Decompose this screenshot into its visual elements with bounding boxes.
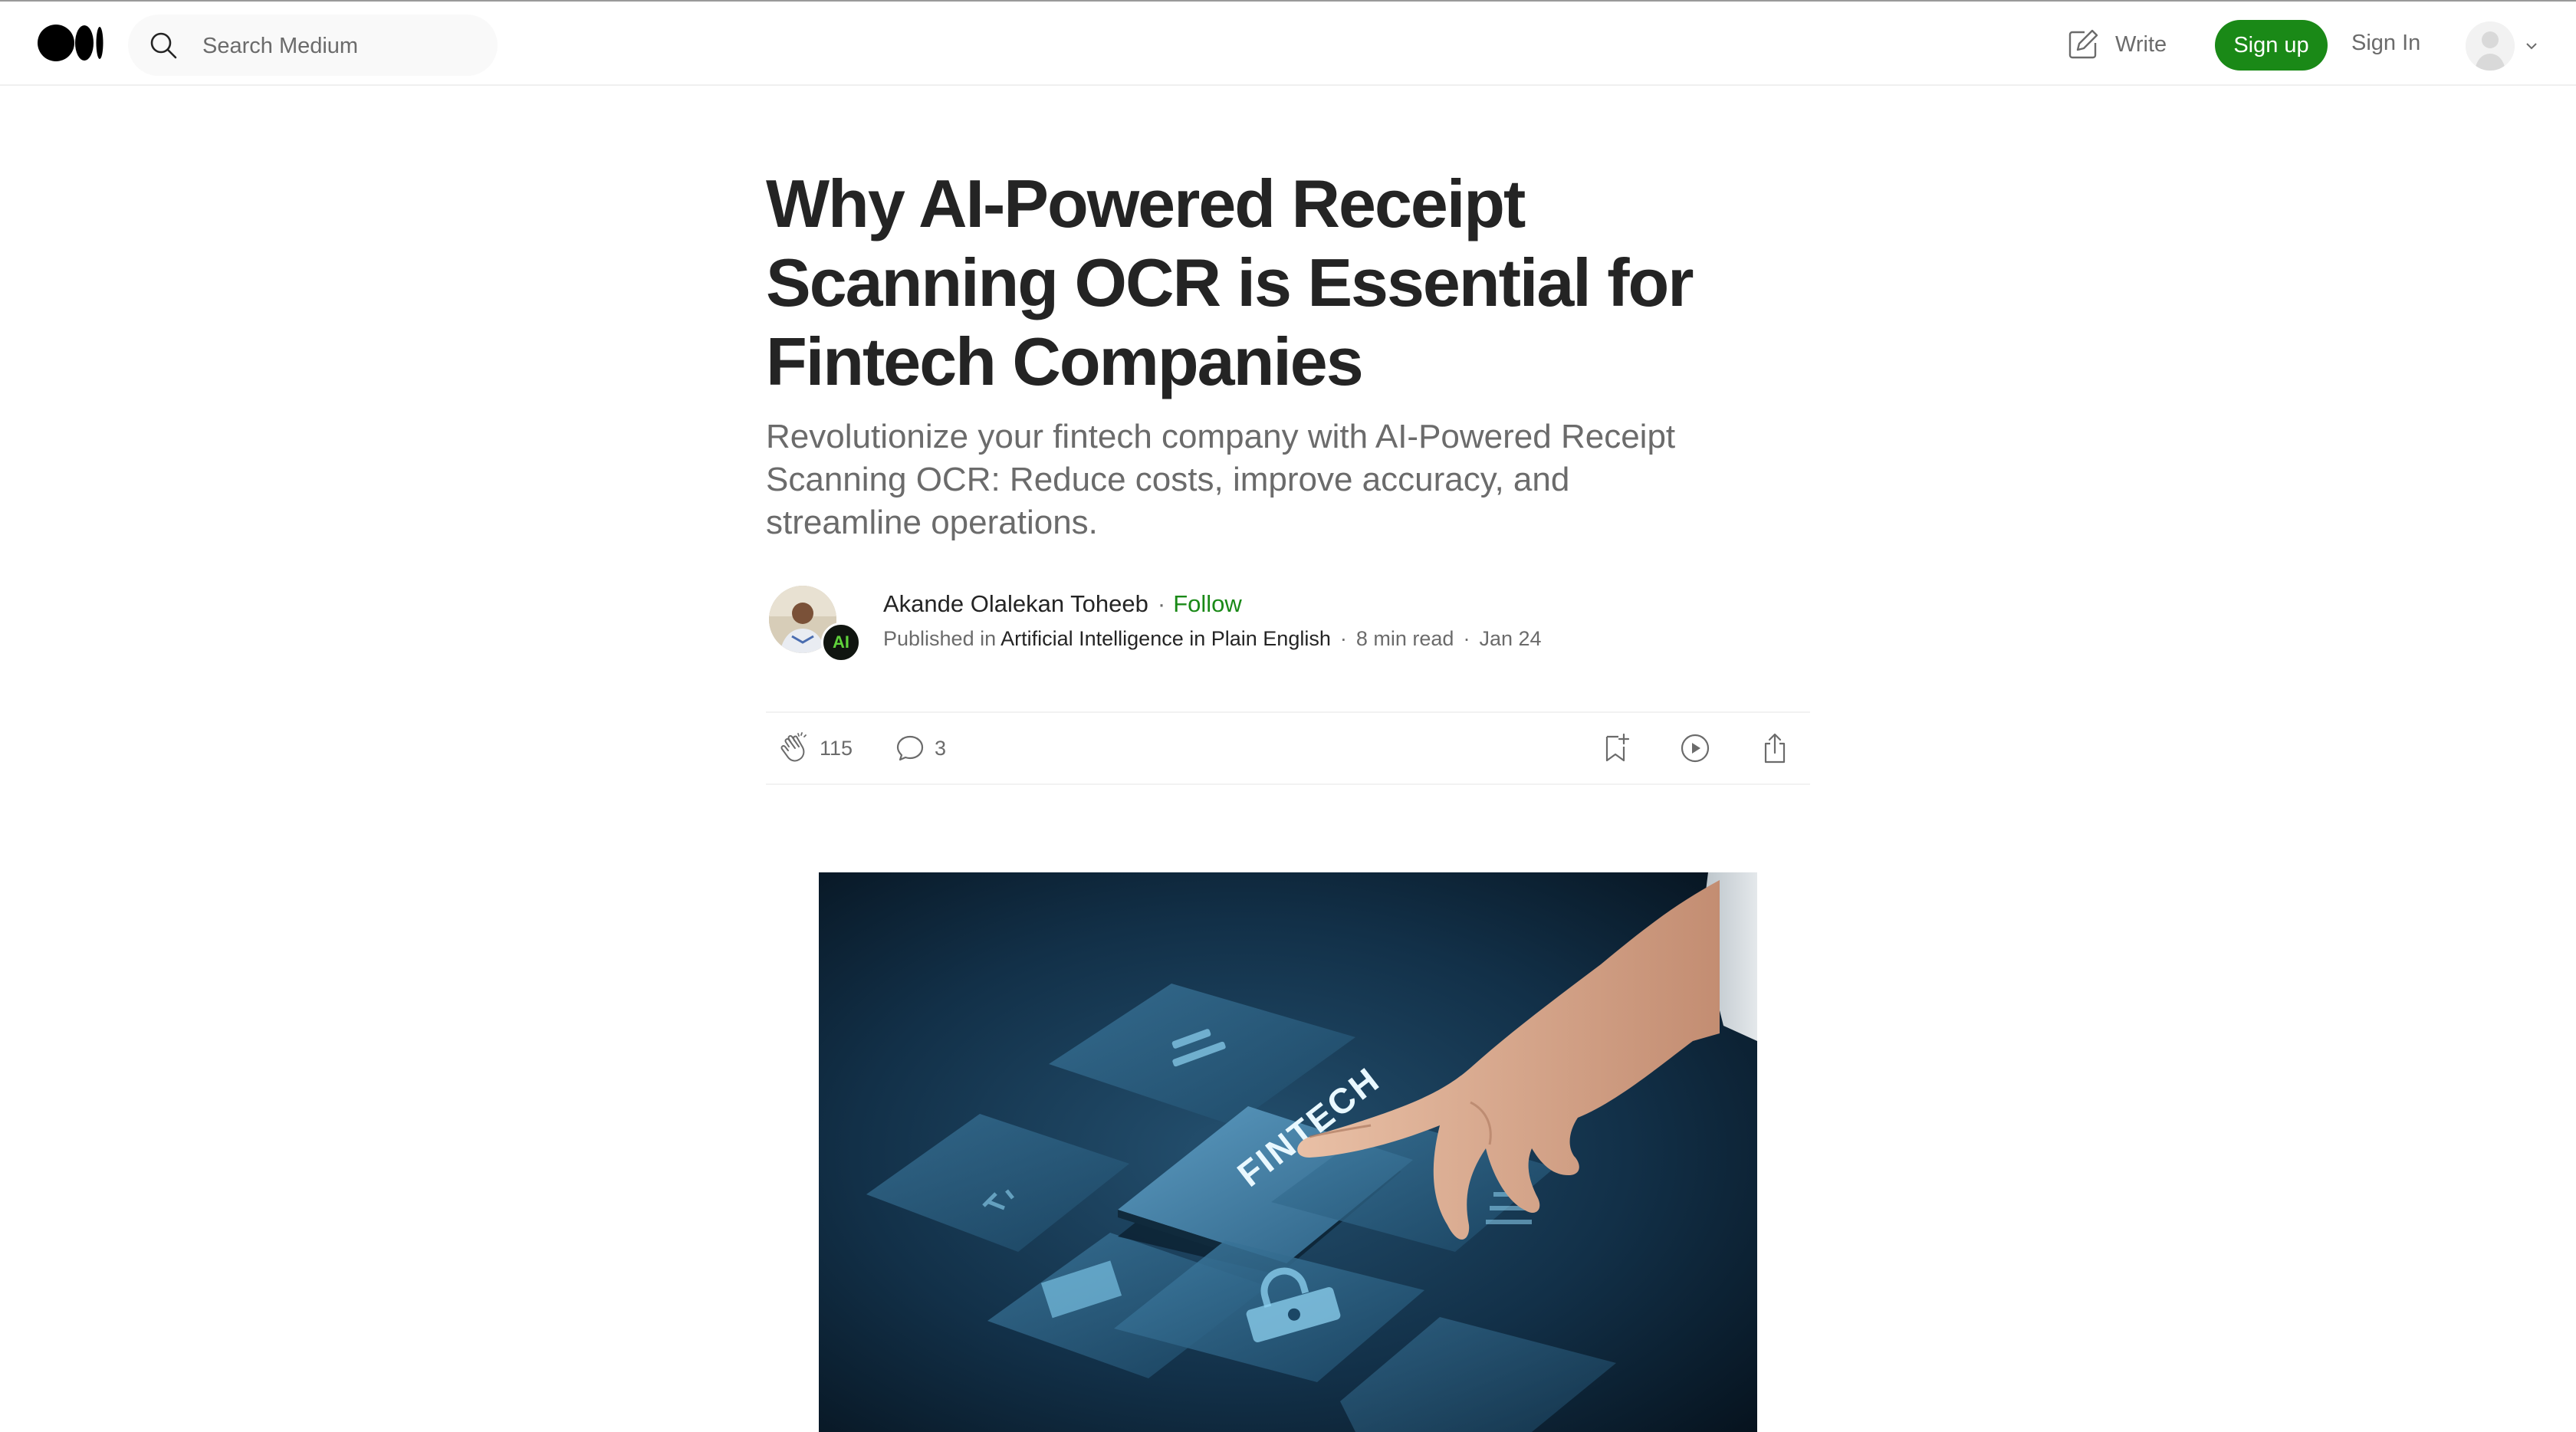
publish-date: Jan 24 [1479,627,1542,650]
write-icon [2068,29,2098,59]
responses-button[interactable]: 3 [893,731,946,765]
sign-up-button[interactable]: Sign up [2215,20,2328,71]
chevron-down-icon [2526,43,2537,50]
save-button[interactable] [1598,731,1632,765]
read-time: 8 min read [1355,627,1454,650]
follow-button[interactable]: Follow [1173,590,1242,617]
search-icon[interactable] [148,30,179,61]
top-navigation-bar: Write Sign up Sign In [0,0,2576,86]
write-button[interactable]: Write [2066,28,2167,61]
article-title: Why AI-Powered Receipt Scanning OCR is E… [766,166,1694,399]
article-subtitle: Revolutionize your fintech company with … [766,418,1676,541]
author-name[interactable]: Akande Olalekan Toheeb [883,590,1148,617]
user-avatar-icon [2466,21,2515,71]
bookmark-add-icon [1605,733,1630,762]
publication-badge[interactable]: AI [821,622,861,662]
sign-in-link[interactable]: Sign In [2351,31,2420,56]
user-menu[interactable] [2466,21,2542,71]
clap-count: 115 [820,736,853,760]
byline: AI Akande Olalekan Toheeb · Follow Publish… [766,584,1810,662]
clap-icon [780,732,807,762]
publication-name[interactable]: Artificial Intelligence in Plain English [1001,627,1331,650]
separator-dot: · [1157,590,1166,617]
hero-image: FINTECH [819,872,1757,1432]
listen-button[interactable] [1678,731,1712,765]
share-icon [1764,733,1786,764]
fintech-hero-image: FINTECH [819,872,1757,1432]
author-line: Akande Olalekan Toheeb · Follow [883,590,1242,618]
medium-logo-icon[interactable] [36,23,105,63]
write-label: Write [2115,31,2167,57]
comment-icon [896,735,924,761]
search-input[interactable] [201,15,488,77]
share-button[interactable] [1758,731,1792,765]
search-bar[interactable] [128,15,498,77]
publication-line: Published in Artificial Intelligence in … [883,627,1542,651]
response-count: 3 [935,736,947,760]
clap-button[interactable]: 115 [778,731,853,765]
published-in-label: Published in [883,627,997,650]
article-action-bar: 115 3 [766,711,1810,785]
separator-dot: · [1463,627,1470,650]
separator-dot: · [1339,627,1347,650]
play-icon [1681,734,1710,763]
